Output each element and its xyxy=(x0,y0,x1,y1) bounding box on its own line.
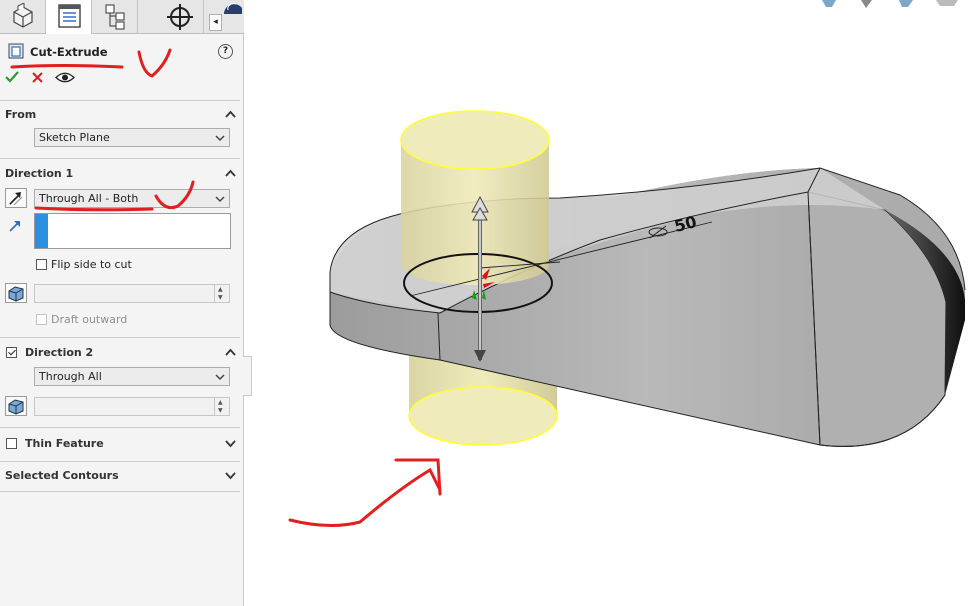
configuration-manager-tab[interactable] xyxy=(92,0,138,33)
divider xyxy=(0,427,240,428)
reverse-direction-icon xyxy=(9,192,23,206)
chevron-down-icon xyxy=(215,135,225,142)
flip-side-checkbox[interactable] xyxy=(36,259,47,270)
from-select-value: Sketch Plane xyxy=(39,131,110,144)
divider xyxy=(0,100,240,101)
divider xyxy=(0,461,240,462)
preview-eye-icon[interactable] xyxy=(55,71,75,84)
part-icon xyxy=(13,3,33,28)
direction2-draft-angle-input[interactable]: ▲ ▼ xyxy=(34,397,230,416)
draft-outward-checkbox xyxy=(36,314,47,325)
direction-vector-icon xyxy=(9,221,20,232)
manager-tab-bar: ◂ xyxy=(0,0,244,34)
direction2-draft-angle-spinner[interactable]: ▲ ▼ xyxy=(214,398,229,415)
property-manager-tab[interactable] xyxy=(46,0,92,34)
thin-feature-checkbox[interactable] xyxy=(6,438,17,449)
annotation-arrow xyxy=(288,458,442,528)
chevron-up-icon[interactable] xyxy=(224,346,237,358)
graphics-viewport[interactable]: 50 xyxy=(245,0,978,606)
appearance-sphere-icon[interactable] xyxy=(222,0,244,14)
draft-icon xyxy=(8,399,24,415)
draft-angle-spinner[interactable]: ▲ ▼ xyxy=(214,285,229,302)
from-select[interactable]: Sketch Plane xyxy=(34,128,230,147)
direction1-end-condition-select[interactable]: Through All - Both xyxy=(34,189,230,208)
direction2-end-condition-select[interactable]: Through All xyxy=(34,367,230,386)
upper-cut-preview-cylinder xyxy=(400,110,550,285)
draft-icon xyxy=(8,286,24,302)
selected-contours-section-title: Selected Contours xyxy=(5,469,119,482)
feature-manager-tab[interactable] xyxy=(0,0,46,33)
direction1-section-title: Direction 1 xyxy=(5,167,74,180)
draft-outward-label: Draft outward xyxy=(51,313,128,326)
cancel-x-icon[interactable] xyxy=(32,72,43,83)
ok-checkmark-icon[interactable] xyxy=(5,71,19,83)
selection-focus-bar xyxy=(35,214,48,248)
divider xyxy=(0,491,240,492)
draft-angle-input[interactable]: ▲ ▼ xyxy=(34,284,230,303)
property-manager-panel: ◂ Cut-Extrude ? From Sketch Plane Direct… xyxy=(0,0,244,606)
chevron-down-icon xyxy=(215,374,225,381)
divider xyxy=(0,158,240,159)
direction-vector-selection-box[interactable] xyxy=(34,213,231,249)
divider xyxy=(0,337,240,338)
direction2-draft-toggle-button[interactable] xyxy=(5,396,27,416)
crosshair-icon xyxy=(167,4,193,30)
dimxpert-tab[interactable] xyxy=(158,0,204,33)
help-button[interactable]: ? xyxy=(218,44,233,59)
flip-side-label: Flip side to cut xyxy=(51,258,132,271)
chevron-down-icon xyxy=(215,196,225,203)
chevron-down-icon[interactable] xyxy=(224,437,237,449)
thin-feature-section-title: Thin Feature xyxy=(25,437,104,450)
direction2-end-condition-value: Through All xyxy=(39,370,102,383)
chevron-up-icon[interactable] xyxy=(224,167,237,179)
configuration-tree-icon xyxy=(105,4,125,30)
reverse-direction-button[interactable] xyxy=(5,188,27,208)
chevron-down-icon[interactable] xyxy=(224,469,237,481)
feature-title: Cut-Extrude xyxy=(30,45,108,59)
cut-extrude-icon xyxy=(8,43,24,59)
chevron-up-icon[interactable] xyxy=(224,108,237,120)
draft-toggle-button[interactable] xyxy=(5,283,27,303)
direction2-checkbox[interactable] xyxy=(6,347,17,358)
property-list-icon xyxy=(58,4,81,28)
view-toolbar[interactable] xyxy=(822,0,958,8)
from-section-title: From xyxy=(5,108,37,121)
direction1-end-condition-value: Through All - Both xyxy=(39,192,139,205)
direction2-section-title: Direction 2 xyxy=(25,346,94,359)
tab-scroll-left-button[interactable]: ◂ xyxy=(209,14,222,31)
